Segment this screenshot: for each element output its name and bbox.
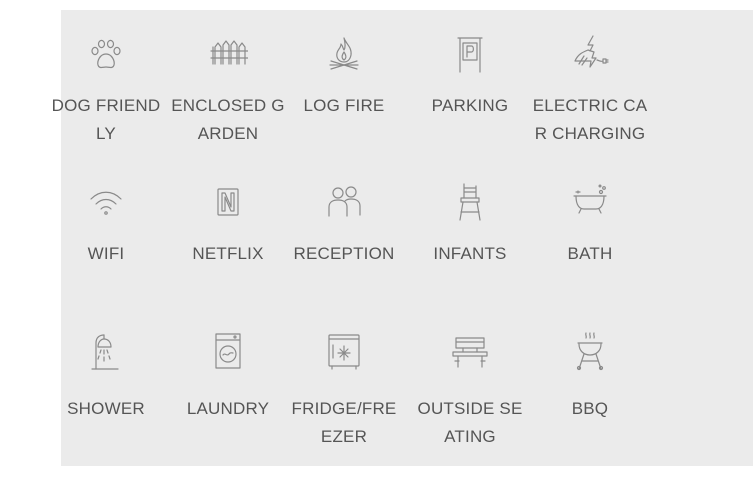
amenity-label: OUTSIDE SEATING bbox=[417, 399, 523, 446]
parking-sign-icon bbox=[450, 34, 490, 74]
amenity-label: LAUNDRY bbox=[186, 399, 270, 418]
bench-icon bbox=[450, 331, 490, 371]
amenity-label: BATH bbox=[567, 244, 613, 263]
campfire-icon bbox=[324, 34, 364, 74]
amenity-label: SHOWER bbox=[67, 399, 145, 418]
amenity-label: LOG FIRE bbox=[303, 96, 385, 115]
amenity-label: DOG FRIENDLY bbox=[51, 96, 161, 143]
wifi-icon bbox=[86, 182, 126, 222]
amenity-label: PARKING bbox=[431, 96, 509, 115]
bathtub-icon bbox=[570, 182, 610, 222]
amenity-label: FRIDGE/FREEZER bbox=[291, 399, 397, 446]
amenity-label: ELECTRIC CAR CHARGING bbox=[532, 96, 648, 143]
paw-icon bbox=[86, 34, 126, 74]
amenity-label: RECEPTION bbox=[293, 244, 395, 263]
ev-charging-icon bbox=[570, 34, 610, 74]
high-chair-icon bbox=[450, 182, 490, 222]
fridge-freezer-icon bbox=[324, 331, 364, 371]
amenities-panel: DOG FRIENDLY ENCLOSED GARDEN LOG FIRE PA… bbox=[52, 10, 753, 466]
amenity-label: ENCLOSED GARDEN bbox=[171, 96, 285, 143]
amenity-label: INFANTS bbox=[433, 244, 507, 263]
amenity-label: WIFI bbox=[87, 244, 125, 263]
netflix-icon bbox=[208, 182, 248, 222]
amenity-label: BBQ bbox=[571, 399, 609, 418]
fence-icon bbox=[208, 34, 248, 74]
shower-icon bbox=[86, 331, 126, 371]
bbq-grill-icon bbox=[570, 331, 610, 371]
amenity-label: NETFLIX bbox=[192, 244, 264, 263]
washing-machine-icon bbox=[208, 331, 248, 371]
people-icon bbox=[324, 182, 364, 222]
